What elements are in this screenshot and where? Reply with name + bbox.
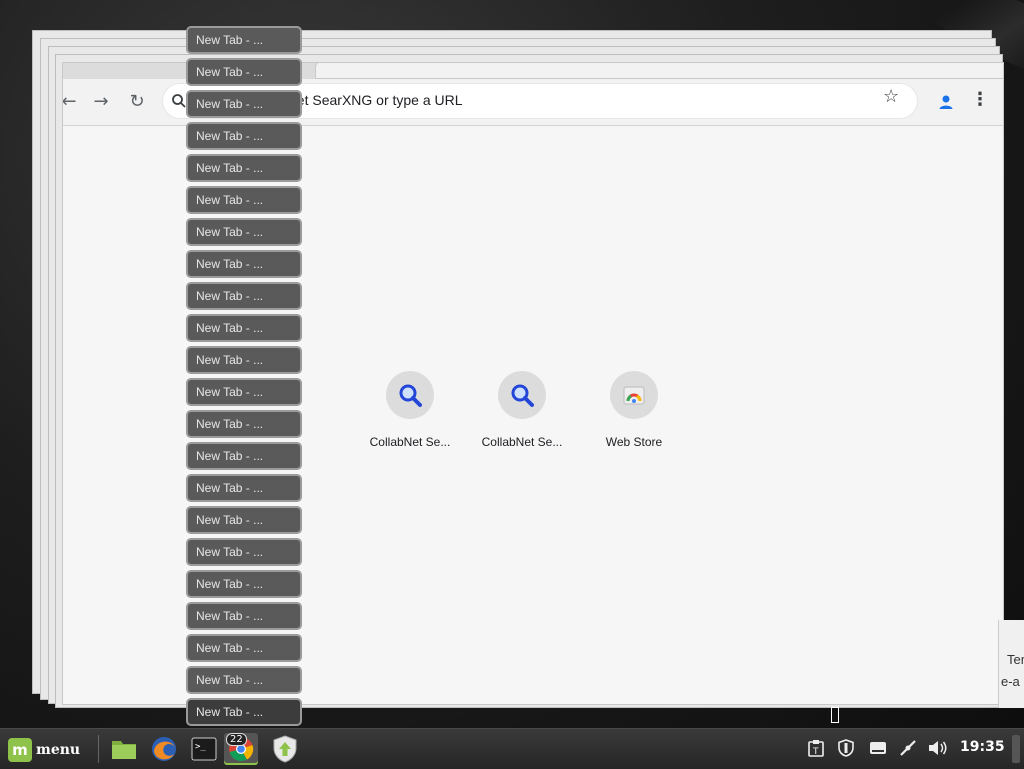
- arrow-right-icon: →: [93, 90, 109, 112]
- switcher-item[interactable]: New Tab - ...: [186, 90, 302, 118]
- window-count-badge: 22: [226, 733, 247, 746]
- volume-icon[interactable]: [928, 738, 948, 758]
- switcher-item[interactable]: New Tab - ...: [186, 346, 302, 374]
- terminal-icon: >_: [191, 737, 217, 761]
- menu-label: menu: [36, 742, 81, 758]
- bookmark-star-icon[interactable]: ☆: [883, 86, 899, 107]
- shortcut-label: Web Store: [605, 435, 663, 449]
- switcher-item[interactable]: New Tab - ...: [186, 250, 302, 278]
- svg-text:T: T: [812, 747, 819, 757]
- taskbar: m menu >_ 22 T 19:35: [0, 728, 1024, 769]
- switcher-item[interactable]: New Tab - ...: [186, 186, 302, 214]
- switcher-item[interactable]: New Tab - ...: [186, 506, 302, 534]
- network-icon[interactable]: [898, 738, 918, 758]
- shortcut-tile[interactable]: Web Store: [584, 371, 684, 449]
- arrow-left-icon: ←: [62, 90, 77, 112]
- reload-button[interactable]: ↻: [123, 87, 151, 115]
- person-icon: [939, 95, 953, 109]
- switcher-item[interactable]: New Tab - ...: [186, 666, 302, 694]
- shortcut-tile[interactable]: CollabNet Se...: [472, 371, 572, 449]
- switcher-item[interactable]: New Tab - ...: [186, 218, 302, 246]
- forward-button[interactable]: →: [87, 87, 115, 115]
- switcher-item[interactable]: New Tab - ...: [186, 698, 302, 726]
- terminal-window-fragment[interactable]: Ter e-a: [998, 620, 1024, 708]
- switcher-item[interactable]: New Tab - ...: [186, 122, 302, 150]
- switcher-item[interactable]: New Tab - ...: [186, 570, 302, 598]
- firefox-launcher[interactable]: [147, 733, 181, 765]
- switcher-item[interactable]: New Tab - ...: [186, 474, 302, 502]
- switcher-item[interactable]: New Tab - ...: [186, 154, 302, 182]
- switcher-item[interactable]: New Tab - ...: [186, 442, 302, 470]
- taskbar-separator: [98, 735, 99, 763]
- clock[interactable]: 19:35: [960, 739, 1005, 755]
- folder-icon: [112, 741, 136, 759]
- shortcut-tile[interactable]: CollabNet Se...: [360, 371, 460, 449]
- switcher-item[interactable]: New Tab - ...: [186, 634, 302, 662]
- reload-icon: ↻: [129, 90, 145, 112]
- firefox-icon: [152, 737, 176, 761]
- switcher-item[interactable]: New Tab - ...: [186, 26, 302, 54]
- text-cursor-icon: [831, 707, 839, 723]
- switcher-item[interactable]: New Tab - ...: [186, 410, 302, 438]
- switcher-item[interactable]: New Tab - ...: [186, 282, 302, 310]
- show-desktop-button[interactable]: [1012, 735, 1020, 763]
- switcher-item[interactable]: New Tab - ...: [186, 314, 302, 342]
- shortcut-label: CollabNet Se...: [369, 435, 451, 449]
- active-tab[interactable]: [315, 63, 1003, 79]
- menu-button[interactable]: m menu: [8, 737, 80, 763]
- shortcut-icon-circle: [498, 371, 546, 419]
- shortcut-label: CollabNet Se...: [481, 435, 563, 449]
- back-button[interactable]: ←: [62, 87, 83, 115]
- switcher-item[interactable]: New Tab - ...: [186, 58, 302, 86]
- update-manager-launcher[interactable]: [268, 733, 302, 765]
- terminal-launcher[interactable]: >_: [187, 733, 221, 765]
- shortcut-icon-circle: [610, 371, 658, 419]
- svg-text:>_: >_: [195, 742, 206, 752]
- shield-icon[interactable]: [836, 738, 856, 758]
- menu-dots-icon[interactable]: ⋮: [971, 89, 989, 110]
- side-window-text: e-a: [1001, 674, 1020, 689]
- keyboard-icon[interactable]: [868, 738, 888, 758]
- web-store-icon: [623, 386, 645, 405]
- switcher-item[interactable]: New Tab - ...: [186, 378, 302, 406]
- profile-button[interactable]: [935, 91, 957, 113]
- search-icon: [399, 384, 422, 407]
- switcher-item[interactable]: New Tab - ...: [186, 538, 302, 566]
- files-launcher[interactable]: [107, 733, 141, 765]
- search-icon: [511, 384, 534, 407]
- shield-update-icon: [273, 735, 297, 763]
- chrome-launcher[interactable]: 22: [224, 733, 258, 765]
- side-window-text: Ter: [1007, 652, 1024, 667]
- shortcut-icon-circle: [386, 371, 434, 419]
- search-icon: [172, 94, 186, 108]
- switcher-item[interactable]: New Tab - ...: [186, 602, 302, 630]
- clipboard-icon[interactable]: T: [806, 738, 826, 758]
- mint-logo-icon: m: [8, 738, 32, 762]
